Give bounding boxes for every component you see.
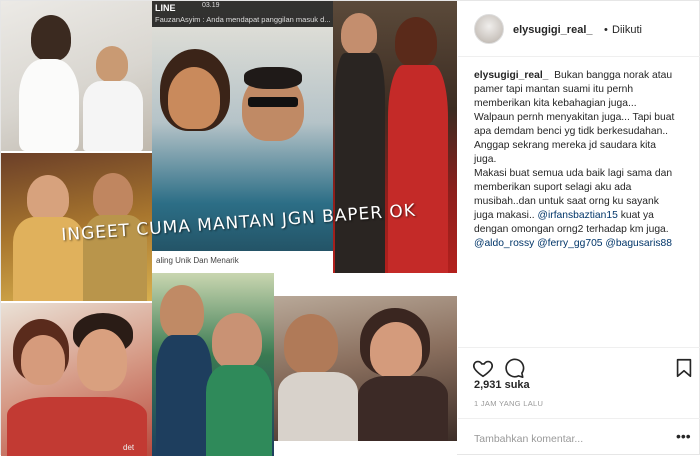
photo-couple-rings: det [1,303,152,456]
post-image-collage[interactable]: det LINE 03.19 FauzanAsyim : Anda mendap… [1,1,457,456]
post-header: elysugigi_real_ • Diikuti [458,1,700,57]
caption-line: musibah..dan untuk saat orng ku sayank [474,196,659,207]
caption-line: Anggap sekrang mereka jd saudara kita [474,140,657,151]
post-side-panel: elysugigi_real_ • Diikuti elysugigi_real… [458,1,700,456]
caption-line: pamer tapi mantan suami itu pernh [474,84,634,95]
photo-couple-car [274,296,457,441]
post-actions [458,347,700,381]
separator-dot: • [604,24,608,36]
caption-author-link[interactable]: elysugigi_real_ [474,70,548,81]
add-comment-bar: ••• [458,418,700,456]
caption-line: Bukan bangga norak atau [554,70,673,81]
mention-link[interactable]: @ferry_gg705 [537,238,602,249]
mention-link[interactable]: @aldo_rossy [474,238,534,249]
heart-icon[interactable] [472,357,494,379]
comment-icon[interactable] [503,357,525,379]
mention-link[interactable]: @irfansbaztian15 [538,210,618,221]
line-app-name: LINE [155,3,176,13]
article-caption-text: aling Unik Dan Menarik [156,256,239,265]
article-caption-strip: aling Unik Dan Menarik [152,251,333,273]
post-caption: elysugigi_real_ Bukan bangga norak atau … [474,69,686,251]
caption-line: Makasi buat semua uda baik lagi sama dan [474,168,673,179]
instagram-post: det LINE 03.19 FauzanAsyim : Anda mendap… [0,0,700,456]
mention-link[interactable]: @bagusaris88 [605,238,672,249]
watermark-text: det [123,443,135,452]
username-link[interactable]: elysugigi_real_ [513,24,593,36]
caption-line: apa demdam benci yg tidk berkesudahan.. [474,126,669,137]
caption-line: dengan omongan orng2 terhadap km juga. [474,224,669,235]
avatar[interactable] [474,14,504,44]
comment-input[interactable] [474,431,664,447]
photo-wedding-white [1,1,152,151]
line-notification-text: FauzanAsyim : Anda mendapat panggilan ma… [155,15,331,24]
photo-red-dress [333,1,457,273]
bookmark-icon[interactable] [673,357,695,379]
caption-line: juga makasi.. [474,210,538,221]
more-options-icon[interactable]: ••• [676,428,691,444]
caption-line: Walpaun pernh menyakitan juga... Tapi bu… [474,112,675,123]
like-count[interactable]: 2,931 suka [474,379,530,391]
caption-line: memberikan suport selagi aku ada [474,182,632,193]
caption-line: memberikan kita kebahagian juga... [474,98,637,109]
line-time: 03.19 [202,2,220,9]
caption-line: juga. [474,154,497,165]
post-timestamp[interactable]: 1 JAM YANG LALU [474,399,543,408]
photo-green-outfits [152,273,274,456]
following-button[interactable]: Diikuti [612,24,642,36]
caption-line: kuat ya [617,210,654,221]
line-notification-bar: LINE 03.19 FauzanAsyim : Anda mendapat p… [152,1,333,27]
